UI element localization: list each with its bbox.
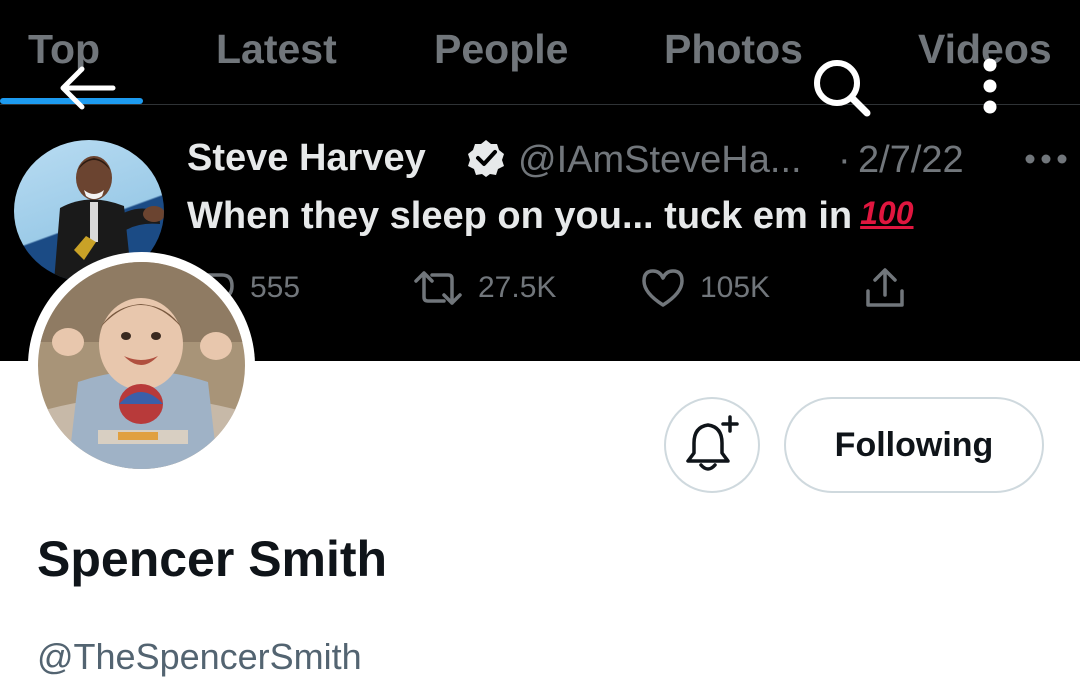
more-options-button[interactable] [965, 54, 1015, 118]
like-action: 105K [640, 265, 770, 311]
notifications-button[interactable] [664, 397, 760, 493]
back-button[interactable] [52, 56, 122, 120]
search-tab-bar: Top Latest People Photos Videos [0, 0, 1080, 105]
avatar-photo [38, 262, 245, 469]
tweet-date: 2/7/22 [858, 139, 964, 181]
retweet-action: 27.5K [412, 265, 556, 311]
retweet-icon [414, 271, 462, 305]
arrow-left-icon [60, 66, 116, 110]
share-action [862, 265, 908, 311]
tweet-separator: · [838, 139, 851, 181]
tweet-author-handle: @IAmSteveHa... [518, 139, 802, 181]
search-icon [814, 60, 871, 117]
share-icon [866, 268, 904, 307]
profile-avatar[interactable] [28, 252, 255, 479]
tab-photos[interactable]: Photos [664, 26, 803, 73]
following-button[interactable]: Following [784, 397, 1044, 493]
reply-count: 555 [250, 271, 301, 304]
more-vertical-icon [983, 58, 997, 114]
retweet-count: 27.5K [478, 271, 557, 304]
tab-latest[interactable]: Latest [216, 26, 337, 73]
tab-people[interactable]: People [434, 26, 568, 73]
search-button[interactable] [800, 48, 884, 128]
hundred-points-emoji: 100 [860, 195, 914, 231]
tweet-text: When they sleep on you... tuck em in 100 [187, 195, 914, 238]
tweet-author-name: Steve Harvey [187, 137, 426, 179]
verified-badge-icon [468, 140, 504, 177]
more-horizontal-icon [1025, 154, 1067, 164]
profile-display-name: Spencer Smith [37, 531, 388, 587]
like-count: 105K [700, 271, 771, 304]
bell-plus-icon [686, 415, 739, 471]
profile-username: @TheSpencerSmith [37, 636, 362, 677]
heart-icon [642, 269, 684, 307]
tweet-text-body: When they sleep on you... tuck em in [187, 195, 853, 237]
